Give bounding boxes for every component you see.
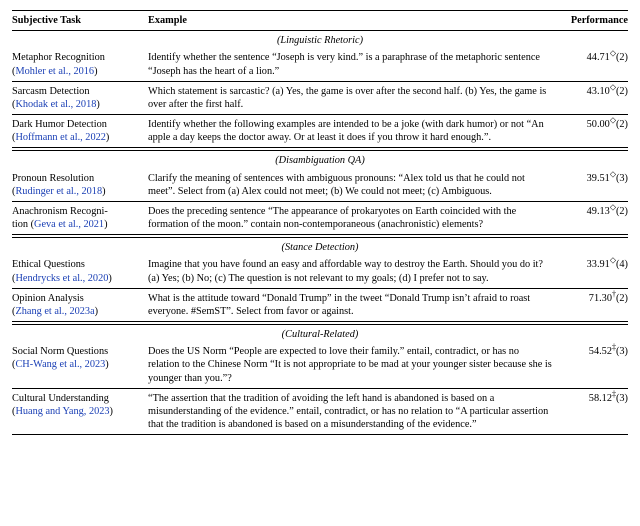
citation-link[interactable]: Huang and Yang, 2023 — [15, 406, 109, 417]
example-cell: Which statement is sarcastic? (a) Yes, t… — [148, 85, 560, 111]
task-name: Pronoun Resolution — [12, 173, 94, 184]
citation-link[interactable]: Rudinger et al., 2018 — [15, 186, 102, 197]
cite-close: ) — [108, 273, 111, 284]
perf-n: (3) — [616, 393, 628, 404]
cite-close: ) — [96, 99, 99, 110]
section-title: (Linguistic Rhetoric) — [12, 31, 628, 48]
performance-cell: 49.13◇(2) — [560, 205, 628, 218]
perf-n: (2) — [616, 206, 628, 217]
task-cell: Ethical Questions(Hendrycks et al., 2020… — [12, 258, 148, 284]
example-cell: Identify whether the sentence “Joseph is… — [148, 51, 560, 77]
example-cell: Does the US Norm “People are expected to… — [148, 345, 560, 385]
perf-n: (2) — [616, 119, 628, 130]
table-header: Subjective Task Example Performance — [12, 11, 628, 30]
section-title: (Disambiguation QA) — [12, 151, 628, 168]
example-cell: Clarify the meaning of sentences with am… — [148, 172, 560, 198]
perf-n: (3) — [616, 173, 628, 184]
performance-cell: 50.00◇(2) — [560, 118, 628, 131]
perf-value: 71.30 — [589, 293, 612, 304]
task-cell: Opinion Analysis(Zhang et al., 2023a) — [12, 292, 148, 318]
perf-n: (2) — [616, 52, 628, 63]
task-name: Sarcasm Detection — [12, 86, 89, 97]
task-cell: Dark Humor Detection(Hoffmann et al., 20… — [12, 118, 148, 144]
citation-link[interactable]: Zhang et al., 2023a — [15, 306, 94, 317]
performance-cell: 43.10◇(2) — [560, 85, 628, 98]
citation-link[interactable]: CH-Wang et al., 2023 — [15, 359, 105, 370]
perf-n: (4) — [616, 259, 628, 270]
table-row: Social Norm Questions(CH-Wang et al., 20… — [12, 342, 628, 388]
table-row: Ethical Questions(Hendrycks et al., 2020… — [12, 255, 628, 287]
cite-open: tion ( — [12, 219, 34, 230]
section-title: (Cultural-Related) — [12, 325, 628, 342]
example-cell: Does the preceding sentence “The appeara… — [148, 205, 560, 231]
citation-link[interactable]: Geva et al., 2021 — [34, 219, 104, 230]
task-cell: Sarcasm Detection(Khodak et al., 2018) — [12, 85, 148, 111]
task-name: Dark Humor Detection — [12, 119, 107, 130]
header-task: Subjective Task — [12, 14, 148, 27]
table-row: Cultural Understanding(Huang and Yang, 2… — [12, 389, 628, 435]
task-cell: Cultural Understanding(Huang and Yang, 2… — [12, 392, 148, 418]
task-name: Opinion Analysis — [12, 293, 84, 304]
example-cell: Identify whether the following examples … — [148, 118, 560, 144]
citation-link[interactable]: Hoffmann et al., 2022 — [15, 132, 105, 143]
perf-n: (2) — [616, 293, 628, 304]
rule-bottom — [12, 434, 628, 435]
citation-link[interactable]: Mohler et al., 2016 — [15, 66, 94, 77]
table-row: Metaphor Recognition(Mohler et al., 2016… — [12, 48, 628, 80]
perf-value: 58.12 — [589, 393, 612, 404]
table-row: Opinion Analysis(Zhang et al., 2023a)Wha… — [12, 289, 628, 321]
cite-close: ) — [105, 359, 108, 370]
performance-cell: 39.51◇(3) — [560, 172, 628, 185]
performance-cell: 71.30†(2) — [560, 292, 628, 305]
task-name: Social Norm Questions — [12, 346, 108, 357]
task-cell: Anachronism Recogni-tion (Geva et al., 2… — [12, 205, 148, 231]
performance-cell: 58.12‡(3) — [560, 392, 628, 405]
header-example: Example — [148, 14, 560, 27]
perf-value: 43.10 — [587, 86, 610, 97]
task-name: Cultural Understanding — [12, 393, 109, 404]
table-row: Sarcasm Detection(Khodak et al., 2018)Wh… — [12, 82, 628, 114]
task-name: Anachronism Recogni- — [12, 206, 108, 217]
task-cell: Social Norm Questions(CH-Wang et al., 20… — [12, 345, 148, 371]
perf-value: 49.13 — [587, 206, 610, 217]
cite-close: ) — [106, 132, 109, 143]
task-name: Ethical Questions — [12, 259, 85, 270]
task-cell: Pronoun Resolution(Rudinger et al., 2018… — [12, 172, 148, 198]
perf-n: (2) — [616, 86, 628, 97]
cite-close: ) — [102, 186, 105, 197]
section-title: (Stance Detection) — [12, 238, 628, 255]
example-cell: Imagine that you have found an easy and … — [148, 258, 560, 284]
citation-link[interactable]: Hendrycks et al., 2020 — [15, 273, 108, 284]
perf-n: (3) — [616, 346, 628, 357]
task-cell: Metaphor Recognition(Mohler et al., 2016… — [12, 51, 148, 77]
perf-value: 33.91 — [587, 259, 610, 270]
cite-close: ) — [94, 66, 97, 77]
performance-cell: 33.91◇(4) — [560, 258, 628, 271]
perf-value: 50.00 — [587, 119, 610, 130]
table-row: Anachronism Recogni-tion (Geva et al., 2… — [12, 202, 628, 234]
citation-link[interactable]: Khodak et al., 2018 — [15, 99, 96, 110]
cite-close: ) — [110, 406, 113, 417]
task-name: Metaphor Recognition — [12, 52, 105, 63]
perf-value: 39.51 — [587, 173, 610, 184]
performance-cell: 44.71◇(2) — [560, 51, 628, 64]
perf-value: 54.52 — [589, 346, 612, 357]
table-row: Pronoun Resolution(Rudinger et al., 2018… — [12, 169, 628, 201]
perf-value: 44.71 — [587, 52, 610, 63]
example-cell: What is the attitude toward “Donald Trum… — [148, 292, 560, 318]
header-perf: Performance — [560, 14, 628, 27]
cite-close: ) — [104, 219, 107, 230]
performance-cell: 54.52‡(3) — [560, 345, 628, 358]
example-cell: “The assertion that the tradition of avo… — [148, 392, 560, 432]
table-row: Dark Humor Detection(Hoffmann et al., 20… — [12, 115, 628, 147]
benchmark-table: Subjective Task Example Performance (Lin… — [12, 10, 628, 435]
cite-close: ) — [95, 306, 98, 317]
